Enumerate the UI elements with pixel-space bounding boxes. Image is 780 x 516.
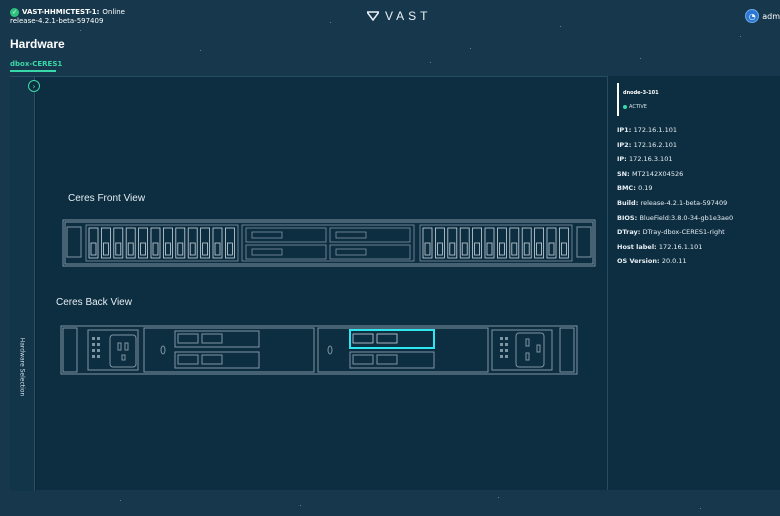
drive-latch	[152, 242, 159, 256]
drive-latch	[498, 242, 505, 256]
drive-latch	[474, 242, 481, 256]
drive-latch	[424, 242, 431, 256]
user-menu[interactable]: ◔ adm	[745, 9, 780, 23]
node-field: SN: MT2142X04526	[617, 170, 683, 178]
drive-latch	[436, 242, 443, 256]
hardware-selection-sidebar[interactable]: Hardware Selection	[10, 77, 35, 491]
node-card: dnode-3-101 ACTIVE	[617, 83, 659, 116]
drive-latch	[226, 242, 233, 256]
left-drives	[88, 227, 235, 259]
drive-latch	[548, 242, 555, 256]
node-field: BIOS: BlueField:3.8.0-34-gb1e3ae0	[617, 214, 733, 222]
node-field-value: 20.0.11	[661, 257, 687, 266]
node-field-value: DTray-dbox-CERES1-right	[642, 228, 725, 237]
drive-latch	[127, 242, 134, 256]
node-field-label: IP1:	[617, 126, 634, 134]
drive-latch	[511, 242, 518, 256]
page-title: Hardware	[10, 37, 65, 51]
node-field-label: Host label:	[617, 242, 659, 251]
drive-latch	[202, 242, 209, 256]
node-field-value: release-4.2.1-beta-597409	[640, 199, 728, 207]
node-details-panel: dnode-3-101 ACTIVE IP1: 172.16.1.101 IP2:…	[607, 76, 780, 490]
node-field-label: BMC:	[617, 184, 639, 193]
node-field-label: Build:	[617, 199, 641, 207]
node-state-label: ACTIVE	[629, 104, 647, 110]
node-field: Build: release-4.2.1-beta-597409	[617, 199, 727, 207]
node-field-label: IP2:	[617, 140, 634, 149]
node-state: ACTIVE	[623, 104, 659, 110]
node-name: dnode-3-101	[623, 90, 659, 96]
online-check-icon: ✓	[10, 8, 19, 17]
node-field-label: BIOS:	[617, 213, 640, 222]
drive-latch	[214, 242, 221, 256]
node-field-label: DTray:	[617, 228, 643, 237]
back-view-chassis[interactable]	[60, 325, 580, 377]
node-field-value: MT2142X04526	[631, 169, 684, 178]
cluster-name: VAST-HHMICTEST-1:	[22, 8, 100, 16]
drive-latch	[165, 242, 171, 256]
vast-logo-icon	[367, 11, 379, 21]
drive-latch	[449, 242, 456, 256]
sidebar-divider	[35, 77, 36, 491]
vast-logo[interactable]: VAST	[367, 9, 431, 23]
front-view-title: Ceres Front View	[68, 193, 146, 204]
front-view-chassis[interactable]	[62, 219, 597, 267]
drive-latch	[103, 242, 109, 256]
release-version: release-4.2.1-beta-597409	[10, 17, 104, 25]
drive-latch	[461, 242, 468, 256]
vents	[92, 337, 508, 358]
drive-latch	[536, 242, 543, 256]
node-field-value: 172.16.3.101	[629, 155, 673, 164]
drive-latch	[523, 242, 530, 256]
node-field-label: SN:	[617, 169, 632, 178]
node-field: OS Version: 20.0.11	[617, 257, 687, 265]
drive-latch	[115, 242, 122, 256]
node-field-value: 0.19	[638, 184, 653, 193]
node-field-label: OS Version:	[617, 257, 662, 266]
node-field-value: BlueField:3.8.0-34-gb1e3ae0	[639, 213, 734, 222]
drive-latch	[90, 242, 97, 256]
node-field-label: IP:	[617, 155, 630, 164]
user-name: adm	[762, 11, 780, 21]
back-view-title: Ceres Back View	[56, 297, 132, 308]
node-field-value: 172.16.1.101	[633, 126, 677, 134]
middle-modules	[241, 224, 415, 262]
node-field-value: 172.16.1.101	[658, 242, 703, 251]
cluster-status: ✓ VAST-HHMICTEST-1: Online release-4.2.1…	[10, 8, 125, 26]
drive-latch	[177, 242, 184, 256]
node-field: IP2: 172.16.2.101	[617, 141, 677, 149]
logo-text: VAST	[385, 9, 432, 23]
node-field-value: 172.16.2.101	[633, 140, 677, 149]
drive-latch	[189, 242, 196, 256]
status-dot-icon	[623, 105, 627, 109]
drive-latch	[560, 242, 567, 256]
node-field: IP1: 172.16.1.101	[617, 126, 677, 134]
drive-latch	[140, 242, 146, 256]
tab-dbox[interactable]: dbox-CERES1	[10, 60, 62, 68]
sidebar-label: Hardware Selection	[18, 337, 26, 397]
node-field: BMC: 0.19	[617, 184, 653, 192]
tab-active-indicator	[10, 70, 56, 72]
node-field: DTray: DTray-dbox-CERES1-right	[617, 228, 725, 236]
user-avatar-icon: ◔	[745, 9, 760, 23]
node-field: Host label: 172.16.1.101	[617, 243, 702, 251]
right-drives	[422, 227, 569, 259]
chevron-right-icon[interactable]: ›	[28, 80, 40, 92]
drive-latch	[486, 242, 493, 256]
selected-dnode-slot[interactable]	[349, 329, 435, 349]
node-field: IP: 172.16.3.101	[617, 155, 672, 163]
cluster-status-text: Online	[102, 8, 125, 16]
